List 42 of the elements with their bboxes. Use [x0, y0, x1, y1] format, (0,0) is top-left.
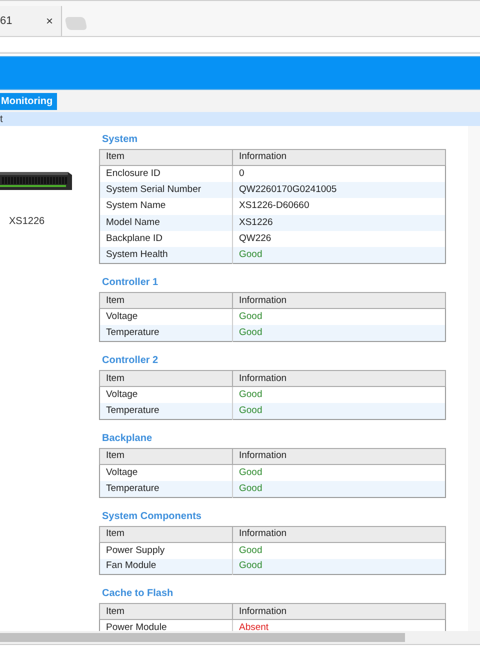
table-cell: Good [232, 558, 446, 575]
close-icon[interactable]: × [46, 12, 53, 30]
column-header: Item [100, 370, 232, 387]
column-header: Item [100, 526, 232, 542]
column-header: Information [232, 604, 446, 620]
section-title: Cache to Flash [102, 587, 174, 600]
table-cell: Good [232, 325, 446, 342]
scrollbar-thumb[interactable] [0, 633, 405, 642]
column-header: Item [100, 604, 232, 620]
new-tab-button[interactable] [64, 17, 88, 30]
table-cell: Temperature [100, 325, 232, 342]
table-cell: Absent [232, 620, 446, 631]
section-title: Controller 1 [102, 276, 160, 290]
column-header: Information [232, 370, 446, 387]
table-cell: Fan Module [100, 558, 232, 575]
section-title: System Components [102, 510, 202, 523]
table-cell: Good [232, 480, 446, 498]
table-cell: Good [232, 308, 446, 326]
section-title: System [102, 133, 139, 146]
section-title: Backplane [102, 432, 154, 445]
table-cell: Temperature [100, 480, 232, 498]
table-cell: Good [232, 403, 446, 420]
column-header: Information [232, 526, 446, 542]
column-header: Item [100, 448, 232, 464]
column-header: Item [100, 150, 232, 166]
device-model: XS1226 [9, 215, 45, 229]
section-title: Controller 2 [102, 354, 160, 368]
breadcrumb: t [0, 112, 3, 126]
table-cell: Good [232, 464, 446, 481]
column-header: Information [232, 150, 446, 166]
table-cell: 0 [232, 166, 446, 182]
table-cell: XS1226-D60660 [232, 198, 446, 215]
table-cell: Good [232, 386, 446, 404]
table-cell: System Health [100, 247, 232, 264]
horizontal-scrollbar[interactable] [0, 631, 480, 644]
table-cell: Good [232, 542, 446, 559]
table-cell: QW226 [232, 231, 446, 248]
column-header: Information [232, 448, 446, 464]
table-cell: Temperature [100, 403, 232, 420]
browser-tab[interactable]: 61 × [0, 6, 62, 36]
column-header: Information [232, 292, 446, 309]
column-header: Item [100, 292, 232, 309]
